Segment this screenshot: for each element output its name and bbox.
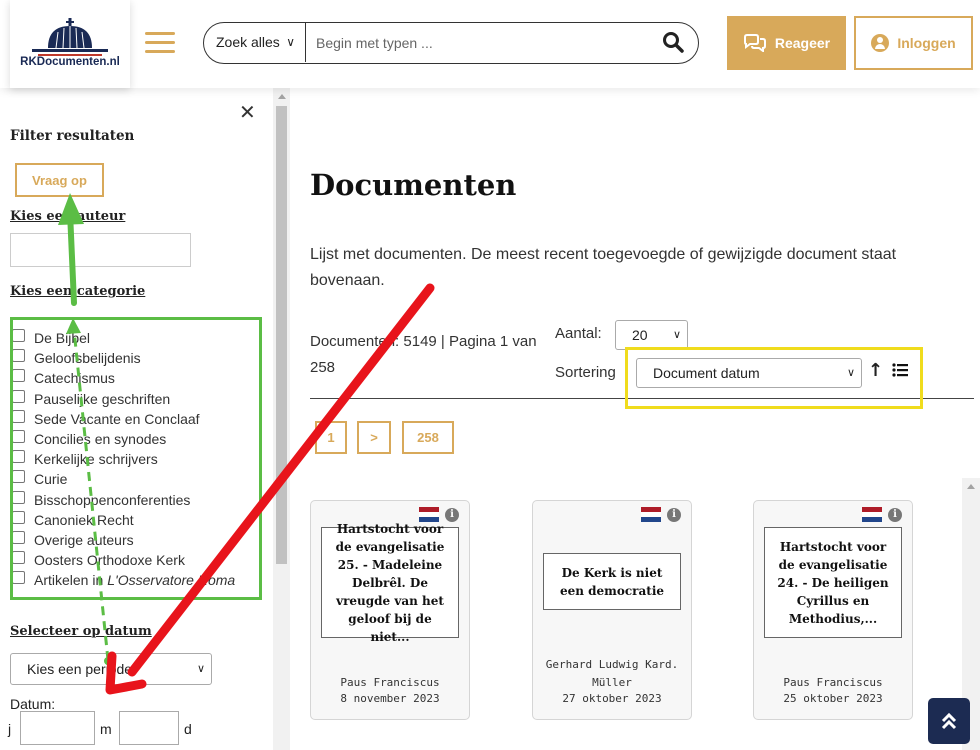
aantal-label: Aantal: bbox=[555, 325, 602, 342]
category-item[interactable]: Catechismus bbox=[12, 368, 260, 388]
checkbox[interactable] bbox=[12, 551, 25, 565]
filter-sidebar: ✕ Filter resultaten Vraag op Kies een au… bbox=[0, 88, 290, 750]
search-icon[interactable] bbox=[662, 31, 684, 53]
jaar-label: j bbox=[8, 721, 12, 737]
intro-text: Lijst met documenten. De meest recent to… bbox=[310, 246, 897, 289]
categorie-label: Kies een categorie bbox=[10, 284, 146, 299]
reageer-label: Reageer bbox=[774, 35, 831, 51]
search-scope-dropdown[interactable]: Zoek alles ∨ bbox=[204, 23, 306, 62]
checkbox[interactable] bbox=[12, 530, 25, 544]
search-input[interactable] bbox=[316, 29, 646, 56]
sortering-select[interactable]: Document datum ∨ bbox=[636, 358, 862, 388]
chevron-down-icon: ∨ bbox=[846, 367, 855, 379]
jaar-input[interactable] bbox=[20, 711, 95, 745]
checkbox[interactable] bbox=[12, 369, 25, 383]
site-logo[interactable]: RKDocumenten.nl bbox=[10, 0, 130, 88]
checkbox[interactable] bbox=[12, 329, 25, 343]
card-date: 25 oktober 2023 bbox=[783, 692, 883, 705]
category-item[interactable]: Canoniek Recht bbox=[12, 510, 260, 530]
category-item[interactable]: Bisschoppenconferenties bbox=[12, 490, 260, 510]
maand-label: m bbox=[100, 721, 112, 737]
datum-label: Datum: bbox=[10, 696, 56, 712]
double-chevron-up-icon bbox=[941, 712, 957, 730]
inloggen-button[interactable]: Inloggen bbox=[854, 16, 973, 70]
category-item[interactable]: Concilies en synodes bbox=[12, 429, 260, 449]
user-icon bbox=[871, 34, 890, 52]
page-title: Documenten bbox=[310, 168, 517, 202]
checkbox[interactable] bbox=[12, 470, 25, 484]
search-scope-label: Zoek alles bbox=[216, 34, 280, 50]
sidebar-scrollbar[interactable] bbox=[273, 88, 290, 750]
card-title: Hartstocht voor de evangelisatie 24. - D… bbox=[764, 527, 902, 638]
pagination-next[interactable]: > bbox=[357, 421, 391, 454]
category-item[interactable]: De Bijbel bbox=[12, 328, 260, 348]
category-item[interactable]: Kerkelijke schrijvers bbox=[12, 449, 260, 469]
aantal-select[interactable]: 20 ∨ bbox=[615, 320, 688, 350]
checkbox[interactable] bbox=[12, 389, 25, 403]
scroll-to-top-button[interactable] bbox=[928, 698, 970, 744]
document-card[interactable]: i De Kerk is niet een democratie Gerhard… bbox=[532, 500, 692, 720]
category-item[interactable]: Overige auteurs bbox=[12, 530, 260, 550]
dutch-flag-icon bbox=[641, 507, 661, 522]
checkbox[interactable] bbox=[12, 409, 25, 423]
auteur-input[interactable] bbox=[10, 233, 191, 267]
chevron-down-icon: ∨ bbox=[286, 35, 295, 49]
category-item[interactable]: Curie bbox=[12, 469, 260, 489]
info-icon[interactable]: i bbox=[888, 508, 902, 522]
chat-bubbles-icon bbox=[743, 34, 766, 52]
site-header: RKDocumenten.nl Zoek alles ∨ Reageer Inl… bbox=[0, 0, 980, 88]
auteur-label: Kies een auteur bbox=[10, 209, 126, 224]
checkbox[interactable] bbox=[12, 430, 25, 444]
inloggen-label: Inloggen bbox=[897, 35, 956, 51]
category-item[interactable]: Oosters Orthodoxe Kerk bbox=[12, 550, 260, 570]
card-author: Paus Franciscus bbox=[340, 676, 440, 689]
pagination-last[interactable]: 258 bbox=[402, 421, 454, 454]
basilica-dome-icon bbox=[32, 18, 108, 56]
maand-input[interactable] bbox=[119, 711, 179, 745]
dag-label: d bbox=[184, 721, 192, 737]
category-item[interactable]: Sede Vacante en Conclaaf bbox=[12, 409, 260, 429]
info-icon[interactable]: i bbox=[667, 508, 681, 522]
checkbox[interactable] bbox=[12, 571, 25, 585]
reageer-button[interactable]: Reageer bbox=[727, 16, 846, 70]
document-count: Documenten: 5149 | Pagina 1 van 258 bbox=[310, 333, 537, 376]
logo-text: RKDocumenten.nl bbox=[20, 56, 120, 68]
card-date: 27 oktober 2023 bbox=[562, 692, 662, 705]
dutch-flag-icon bbox=[862, 507, 882, 522]
checkbox[interactable] bbox=[12, 450, 25, 464]
category-item[interactable]: Artikelen in L'Osservatore Roma bbox=[12, 570, 260, 590]
category-item[interactable]: Pauselijke geschriften bbox=[12, 389, 260, 409]
close-icon[interactable]: ✕ bbox=[239, 102, 256, 122]
divider bbox=[310, 398, 974, 399]
filter-title: Filter resultaten bbox=[10, 128, 135, 144]
checkbox[interactable] bbox=[12, 349, 25, 363]
category-list: De Bijbel Geloofsbelijdenis Catechismus … bbox=[12, 328, 260, 590]
list-view-icon[interactable] bbox=[892, 362, 908, 378]
sortering-label: Sortering bbox=[555, 364, 616, 381]
datum-section-label: Selecteer op datum bbox=[10, 624, 152, 639]
checkbox[interactable] bbox=[12, 510, 25, 524]
periode-select[interactable]: Kies een periode ∨ bbox=[10, 653, 212, 685]
card-date: 8 november 2023 bbox=[340, 692, 440, 705]
hamburger-menu-icon[interactable] bbox=[145, 30, 175, 56]
chevron-down-icon: ∨ bbox=[672, 329, 681, 341]
checkbox[interactable] bbox=[12, 490, 25, 504]
card-author: Gerhard Ludwig Kard. Müller bbox=[545, 658, 679, 689]
scroll-up-arrow-icon[interactable] bbox=[278, 94, 286, 99]
document-card[interactable]: i Hartstocht voor de evangelisatie 24. -… bbox=[753, 500, 913, 720]
document-card[interactable]: i Hartstocht voor de evangelisatie 25. -… bbox=[310, 500, 470, 720]
card-author: Paus Franciscus bbox=[783, 676, 883, 689]
scroll-up-arrow-icon[interactable] bbox=[967, 484, 975, 489]
chevron-down-icon: ∨ bbox=[196, 663, 205, 675]
sort-direction-arrow-icon[interactable]: ↑ bbox=[868, 360, 883, 381]
card-title: Hartstocht voor de evangelisatie 25. - M… bbox=[321, 522, 459, 644]
vraag-op-button[interactable]: Vraag op bbox=[15, 163, 104, 197]
pagination-page-1[interactable]: 1 bbox=[315, 421, 347, 454]
card-title: De Kerk is niet een democratie bbox=[543, 553, 681, 610]
category-item[interactable]: Geloofsbelijdenis bbox=[12, 348, 260, 368]
scrollbar-thumb[interactable] bbox=[276, 106, 287, 564]
search-bar: Zoek alles ∨ bbox=[203, 22, 699, 64]
